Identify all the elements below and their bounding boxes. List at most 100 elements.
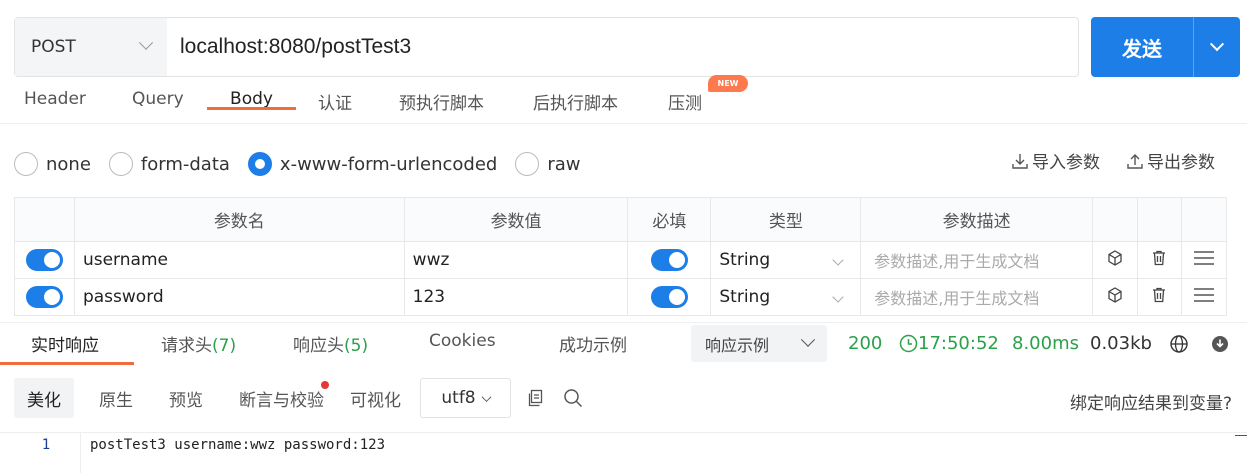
tab-realtime-response[interactable]: 实时响应 [31, 331, 99, 356]
tab-response-headers[interactable]: 响应头(5) [293, 331, 368, 356]
type-select[interactable]: String [710, 278, 862, 316]
table-row: username wwz String 参数描述,用于生成文档 [14, 241, 1228, 279]
radio-circle-icon [108, 152, 133, 176]
drag-handle-icon[interactable] [1193, 249, 1215, 267]
param-value[interactable]: wwz [403, 241, 629, 279]
tab-header[interactable]: Header [24, 80, 86, 109]
response-body-text: postTest3 username:wwz password:123 [90, 437, 386, 453]
header-name: 参数名 [73, 197, 405, 242]
required-toggle[interactable] [650, 249, 688, 271]
header-value: 参数值 [403, 197, 629, 242]
chevron-down-icon [832, 291, 844, 303]
radio-form-data[interactable]: form-data [108, 152, 230, 176]
tab-cookies[interactable]: Cookies [429, 331, 496, 351]
params-table: 参数名 参数值 必填 类型 参数描述 username wwz String 参… [14, 197, 1228, 316]
enable-cell [14, 278, 75, 316]
enable-toggle[interactable] [25, 286, 63, 308]
body-type-radios: none form-data x-www-form-urlencoded raw [14, 150, 598, 178]
tab-query[interactable]: Query [132, 80, 184, 109]
send-dropdown[interactable] [1194, 17, 1240, 77]
radio-label: x-www-form-urlencoded [279, 153, 498, 175]
chevron-down-icon [138, 35, 154, 50]
beautify-button[interactable]: 美化 [14, 378, 74, 418]
visualize-button[interactable]: 可视化 [337, 378, 414, 418]
download-icon [1012, 153, 1028, 169]
globe-icon[interactable] [1169, 334, 1189, 354]
tab-post-script[interactable]: 后执行脚本 [533, 80, 618, 114]
header-required: 必填 [627, 197, 712, 242]
delete-cell [1137, 278, 1182, 316]
radio-none[interactable]: none [14, 152, 91, 176]
param-desc-input[interactable]: 参数描述,用于生成文档 [860, 241, 1094, 279]
editor-marker [1235, 435, 1247, 436]
upload-icon [1127, 153, 1143, 169]
format-bar: 美化 原生 预览 断言与校验 可视化 utf8 [14, 378, 583, 418]
type-select[interactable]: String [710, 241, 862, 279]
drag-cell [1180, 278, 1228, 316]
raw-button[interactable]: 原生 [86, 378, 146, 418]
header-desc: 参数描述 [860, 197, 1094, 242]
resp-headers-count: (5) [344, 336, 369, 356]
table-header-row: 参数名 参数值 必填 类型 参数描述 [14, 197, 1228, 242]
radio-label: raw [547, 153, 581, 175]
active-tab-underline [0, 362, 134, 365]
required-toggle[interactable] [650, 286, 688, 308]
method-label: POST [31, 37, 76, 57]
radio-checked-icon [247, 152, 272, 176]
req-headers-label: 请求头 [161, 336, 212, 356]
tab-pre-script[interactable]: 预执行脚本 [399, 80, 484, 114]
header-toggle [14, 197, 75, 242]
response-time-value: 17:50:52 [918, 333, 999, 354]
tab-auth[interactable]: 认证 [318, 80, 352, 114]
send-button[interactable]: 发送 [1091, 17, 1240, 77]
required-cell [627, 278, 712, 316]
tab-request-headers[interactable]: 请求头(7) [161, 331, 236, 356]
assert-button[interactable]: 断言与校验 [226, 378, 337, 418]
header-action-1 [1092, 197, 1138, 242]
url-input[interactable] [167, 18, 1078, 76]
download-circle-icon[interactable] [1211, 335, 1229, 353]
header-action-3 [1180, 197, 1228, 242]
export-params-button[interactable]: 导出参数 [1126, 148, 1215, 173]
param-value[interactable]: 123 [403, 278, 629, 316]
encoding-select[interactable]: utf8 [420, 378, 511, 418]
cube-icon[interactable] [1106, 286, 1124, 304]
tab-load-test[interactable]: 压测 [668, 80, 702, 114]
method-select[interactable]: POST [15, 18, 167, 76]
cube-icon[interactable] [1106, 249, 1124, 267]
search-icon[interactable] [563, 388, 583, 408]
response-duration: 8.00ms [1012, 333, 1079, 354]
radio-circle-icon [515, 152, 540, 176]
req-headers-count: (7) [212, 336, 237, 356]
clock-icon [899, 334, 918, 353]
param-name[interactable]: password [73, 278, 405, 316]
param-desc-input[interactable]: 参数描述,用于生成文档 [860, 278, 1094, 316]
response-example-select[interactable]: 响应示例 [691, 325, 827, 362]
header-type: 类型 [710, 197, 862, 242]
tab-success-example[interactable]: 成功示例 [559, 331, 627, 356]
encoding-label: utf8 [441, 388, 476, 408]
cube-cell [1092, 241, 1138, 279]
enable-toggle[interactable] [25, 249, 63, 271]
trash-icon[interactable] [1150, 249, 1168, 267]
request-tabs: Header Query Body 认证 预执行脚本 后执行脚本 压测 [0, 80, 1247, 124]
trash-icon[interactable] [1150, 286, 1168, 304]
import-params-button[interactable]: 导入参数 [1011, 148, 1100, 173]
radio-label: form-data [140, 153, 230, 175]
drag-handle-icon[interactable] [1193, 286, 1215, 304]
param-name[interactable]: username [73, 241, 405, 279]
preview-button[interactable]: 预览 [156, 378, 216, 418]
required-cell [627, 241, 712, 279]
copy-icon[interactable] [527, 389, 545, 407]
header-action-2 [1137, 197, 1182, 242]
response-body-editor[interactable]: 1 postTest3 username:wwz password:123 [0, 432, 1247, 473]
type-label: String [719, 250, 771, 270]
import-label: 导入参数 [1032, 153, 1100, 173]
radio-urlencoded[interactable]: x-www-form-urlencoded [247, 152, 498, 176]
line-number: 1 [41, 437, 51, 453]
tab-body[interactable]: Body [207, 80, 296, 110]
bind-response-to-variable[interactable]: 绑定响应结果到变量? [1070, 389, 1232, 414]
radio-raw[interactable]: raw [515, 152, 580, 176]
chevron-down-icon [481, 391, 492, 402]
status-code: 200 [848, 333, 883, 354]
